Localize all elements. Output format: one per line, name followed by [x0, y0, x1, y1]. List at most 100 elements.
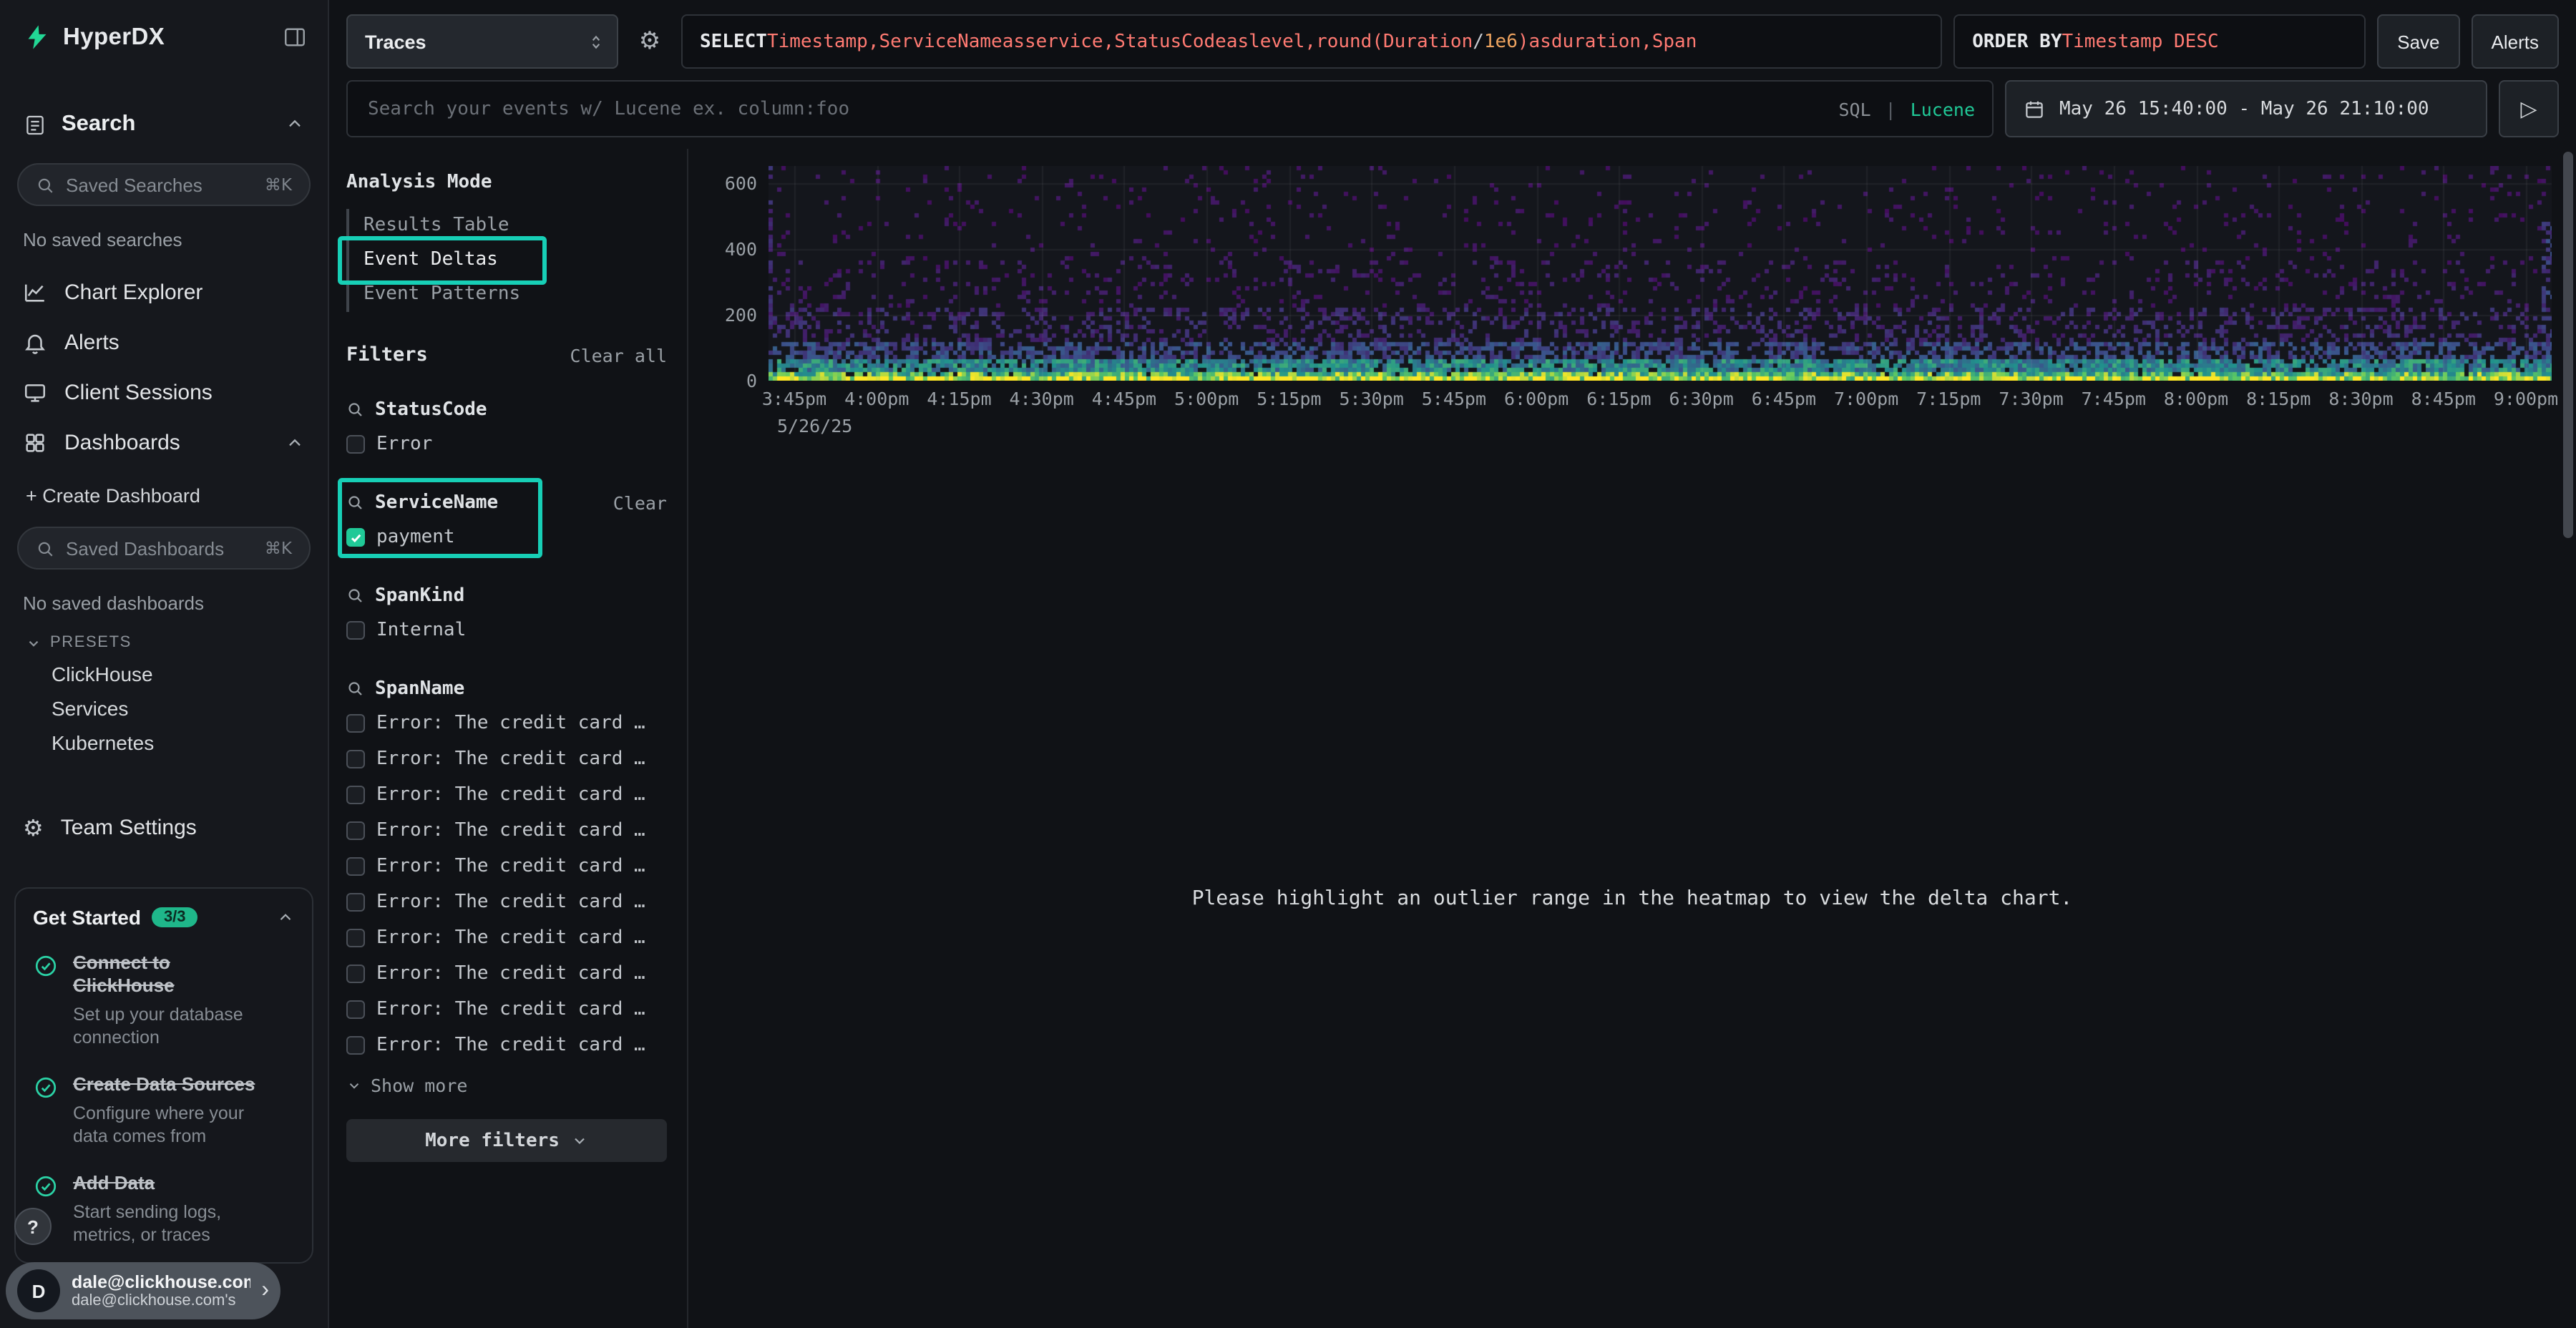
run-query-button[interactable]: ▷	[2499, 80, 2559, 137]
time-range-value: May 26 15:40:00 - May 26 21:10:00	[2059, 98, 2429, 119]
save-button[interactable]: Save	[2377, 14, 2459, 69]
filter-option-spanname[interactable]: Error: The credit card …	[346, 959, 667, 989]
calendar-icon	[2024, 98, 2045, 119]
search-section-header[interactable]: Search	[0, 112, 328, 137]
create-dashboard-button[interactable]: + Create Dashboard	[0, 485, 328, 507]
checkbox-checked-icon[interactable]	[346, 528, 365, 547]
checkbox-icon[interactable]	[346, 857, 365, 876]
user-menu[interactable]: D dale@clickhouse.com dale@clickhouse.co…	[6, 1262, 280, 1319]
x-tick-label: 4:15pm	[927, 388, 991, 409]
sql-select-input[interactable]: SELECT Timestamp, ServiceName as service…	[681, 14, 1942, 69]
alerts-button[interactable]: Alerts	[2472, 14, 2559, 69]
filter-option-spanname[interactable]: Error: The credit card …	[346, 995, 667, 1025]
checkbox-icon[interactable]	[346, 893, 365, 912]
chevron-down-icon	[346, 1078, 362, 1093]
help-button[interactable]: ?	[14, 1208, 52, 1245]
clear-all-filters-link[interactable]: Clear all	[570, 344, 667, 366]
saved-searches-input[interactable]: Saved Searches ⌘K	[17, 163, 311, 206]
checkbox-icon[interactable]	[346, 965, 365, 983]
get-started-item-subtitle: Start sending logs, metrics, or traces	[73, 1200, 273, 1249]
filters-header: Filters Clear all	[346, 343, 667, 366]
x-tick-label: 7:45pm	[2082, 388, 2146, 409]
filter-option-spanname[interactable]: Error: The credit card …	[346, 887, 667, 917]
show-more-link[interactable]: Show more	[346, 1075, 667, 1096]
filter-option-spanname[interactable]: Error: The credit card …	[346, 923, 667, 953]
get-started-item[interactable]: Connect to ClickHouse Set up your databa…	[33, 952, 295, 1051]
main-panel: Traces ⚙ SELECT Timestamp, ServiceName a…	[329, 0, 2576, 1328]
check-circle-icon	[33, 953, 59, 979]
clear-facet-link[interactable]: Clear	[613, 492, 667, 513]
filter-option-error[interactable]: Error	[346, 429, 667, 459]
more-filters-button[interactable]: More filters	[346, 1119, 667, 1162]
chevron-down-icon	[26, 635, 42, 650]
checkbox-icon[interactable]	[346, 435, 365, 454]
chart-area: 0200400600 3:45pm4:00pm4:15pm4:30pm4:45p…	[688, 149, 2576, 1328]
avatar: D	[17, 1269, 60, 1312]
time-range-picker[interactable]: May 26 15:40:00 - May 26 21:10:00	[2005, 80, 2487, 137]
get-started-card: Get Started 3/3 Connect to ClickHouse Se…	[14, 887, 313, 1264]
x-tick-label: 8:00pm	[2164, 388, 2228, 409]
preset-kubernetes[interactable]: Kubernetes	[0, 731, 328, 754]
mode-results-table[interactable]: Results Table	[346, 209, 535, 243]
no-saved-dashboards-text: No saved dashboards	[0, 570, 328, 614]
sidebar-item-dashboards[interactable]: Dashboards	[0, 418, 328, 468]
x-tick-label: 4:45pm	[1092, 388, 1156, 409]
event-search-input[interactable]	[365, 97, 1824, 121]
search-icon	[346, 680, 364, 697]
checkbox-icon[interactable]	[346, 1036, 365, 1055]
sidebar-item-team-settings[interactable]: ⚙ Team Settings	[0, 803, 328, 853]
facet-name[interactable]: SpanKind	[375, 585, 464, 606]
mode-event-patterns[interactable]: Event Patterns	[346, 278, 535, 312]
filter-option-spanname[interactable]: Error: The credit card …	[346, 744, 667, 774]
source-settings-gear-icon[interactable]: ⚙	[630, 14, 670, 69]
collapse-sidebar-icon[interactable]	[282, 24, 308, 50]
scrollbar-thumb[interactable]	[2563, 152, 2573, 538]
filter-option-spanname[interactable]: Error: The credit card …	[346, 816, 667, 846]
checkbox-icon[interactable]	[346, 621, 365, 640]
filter-option-payment[interactable]: payment	[346, 522, 667, 552]
checkbox-icon[interactable]	[346, 929, 365, 947]
order-by-input[interactable]: ORDER BY Timestamp DESC	[1953, 14, 2366, 69]
presets-toggle[interactable]: PRESETS	[0, 634, 328, 651]
mode-lucene-toggle[interactable]: Lucene	[1911, 98, 1975, 119]
sidebar-item-chart-explorer[interactable]: Chart Explorer	[0, 268, 328, 318]
checkbox-icon[interactable]	[346, 1000, 365, 1019]
sidebar-item-alerts[interactable]: Alerts	[0, 318, 328, 368]
saved-dashboards-input[interactable]: Saved Dashboards ⌘K	[17, 527, 311, 570]
sidebar-item-client-sessions[interactable]: Client Sessions	[0, 368, 328, 418]
get-started-item-title: Create Data Sources	[73, 1074, 273, 1098]
app-title: HyperDX	[63, 24, 165, 51]
checkbox-icon[interactable]	[346, 821, 365, 840]
x-tick-label: 5:00pm	[1174, 388, 1239, 409]
checkbox-icon[interactable]	[346, 714, 365, 733]
filter-option-spanname[interactable]: Error: The credit card …	[346, 780, 667, 810]
get-started-item[interactable]: Create Data Sources Configure where your…	[33, 1074, 295, 1150]
duration-heatmap[interactable]	[769, 166, 2552, 381]
search-icon	[36, 175, 54, 194]
source-select[interactable]: Traces	[346, 14, 618, 69]
mode-sql-toggle[interactable]: SQL	[1838, 98, 1870, 119]
x-tick-label: 8:30pm	[2328, 388, 2393, 409]
facet-name[interactable]: ServiceName	[375, 492, 498, 513]
analysis-mode-label: Analysis Mode	[346, 172, 667, 193]
facet-statuscode: StatusCode Error	[346, 395, 667, 459]
facet-name[interactable]: StatusCode	[375, 399, 487, 420]
sidebar-item-label: Client Sessions	[64, 381, 213, 405]
get-started-header[interactable]: Get Started 3/3	[33, 906, 295, 929]
sidebar-item-label: Chart Explorer	[64, 280, 203, 305]
mode-event-deltas[interactable]: Event Deltas	[346, 243, 535, 278]
get-started-item[interactable]: Add Data Start sending logs, metrics, or…	[33, 1173, 295, 1249]
filter-option-spanname[interactable]: Error: The credit card …	[346, 851, 667, 882]
grid-icon	[23, 431, 47, 455]
monitor-icon	[23, 381, 47, 405]
filter-option-spanname[interactable]: Error: The credit card …	[346, 1030, 667, 1060]
checkbox-icon[interactable]	[346, 786, 365, 804]
topbar: Traces ⚙ SELECT Timestamp, ServiceName a…	[329, 0, 2576, 149]
x-tick-label: 5:15pm	[1257, 388, 1321, 409]
facet-name[interactable]: SpanName	[375, 678, 464, 699]
preset-clickhouse[interactable]: ClickHouse	[0, 663, 328, 685]
filter-option-internal[interactable]: Internal	[346, 615, 667, 645]
filter-option-spanname[interactable]: Error: The credit card …	[346, 708, 667, 738]
checkbox-icon[interactable]	[346, 750, 365, 768]
preset-services[interactable]: Services	[0, 697, 328, 720]
